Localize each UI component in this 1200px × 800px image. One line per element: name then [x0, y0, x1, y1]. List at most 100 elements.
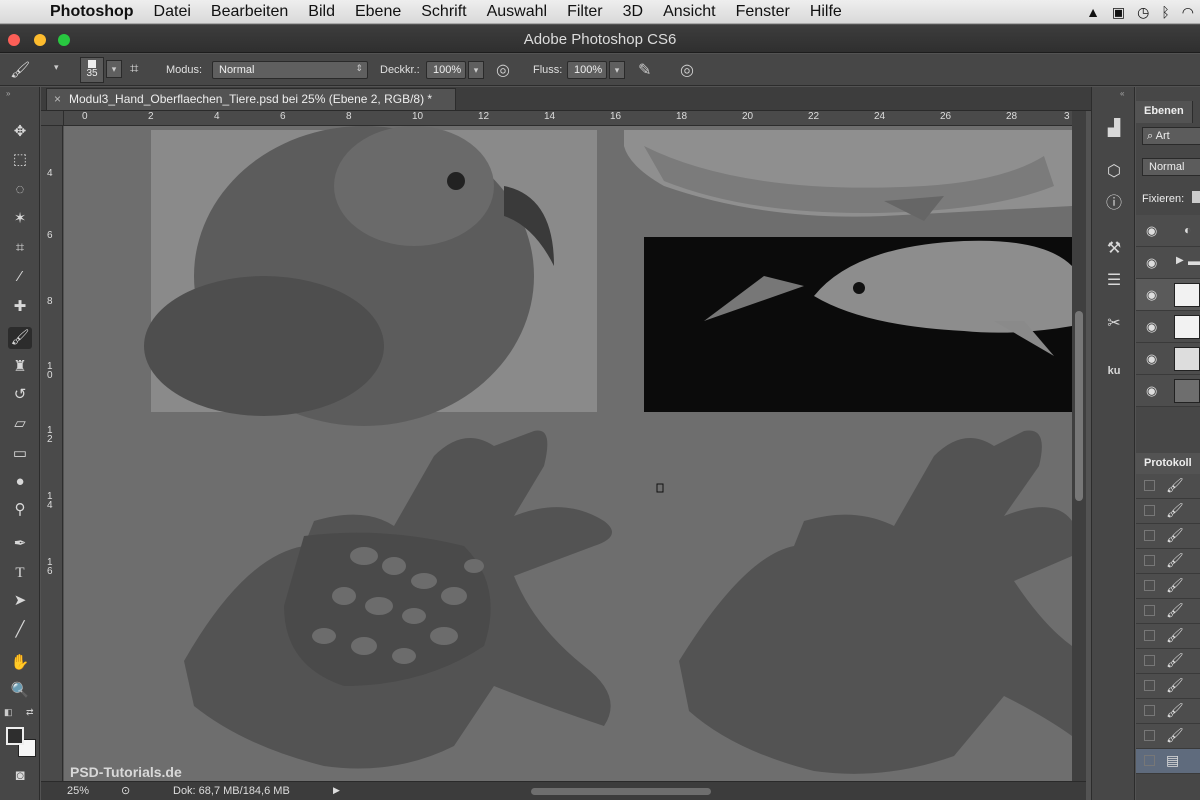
history-state[interactable]: 🖌: [1136, 724, 1200, 749]
bluetooth-icon[interactable]: ᛒ: [1161, 4, 1169, 20]
menu-datei[interactable]: Datei: [144, 0, 201, 24]
history-source-checkbox[interactable]: [1144, 705, 1155, 716]
history-state[interactable]: 🖌: [1136, 674, 1200, 699]
history-source-checkbox[interactable]: [1144, 730, 1155, 741]
brush-tool-preset-icon[interactable]: 🖌: [10, 60, 30, 80]
history-source-checkbox[interactable]: [1144, 580, 1155, 591]
eyedropper-icon[interactable]: ⁄: [8, 266, 32, 288]
brush-size-dropdown-button[interactable]: ▾: [106, 60, 122, 78]
brush-tool-icon[interactable]: 🖌: [8, 327, 32, 349]
history-source-checkbox[interactable]: [1144, 655, 1155, 666]
lock-transparency-icon[interactable]: [1192, 191, 1200, 203]
collapse-panel-icon[interactable]: »: [6, 89, 10, 98]
history-state[interactable]: 🖌: [1136, 624, 1200, 649]
zoom-level[interactable]: 25%: [67, 785, 89, 797]
chevron-down-icon[interactable]: ▾: [54, 62, 59, 73]
gradient-tool-icon[interactable]: ▭: [8, 443, 32, 465]
adobe-icon[interactable]: ▲: [1086, 4, 1100, 20]
eye-icon[interactable]: ◉: [1146, 223, 1157, 239]
tab-protokoll[interactable]: Protokoll: [1136, 453, 1200, 475]
history-state[interactable]: 🖌: [1136, 574, 1200, 599]
time-machine-icon[interactable]: ◷: [1137, 4, 1149, 21]
mode-select[interactable]: Normal ⇕: [212, 61, 368, 79]
menu-fenster[interactable]: Fenster: [726, 0, 800, 24]
history-source-checkbox[interactable]: [1144, 555, 1155, 566]
flow-slider-button[interactable]: ▾: [609, 61, 625, 79]
opacity-input[interactable]: 100%: [426, 61, 466, 79]
menu-auswahl[interactable]: Auswahl: [477, 0, 557, 24]
history-state[interactable]: 🖌: [1136, 599, 1200, 624]
move-tool-icon[interactable]: ✥: [8, 121, 32, 143]
collapse-dock-icon[interactable]: «: [1120, 89, 1124, 98]
menu-bild[interactable]: Bild: [298, 0, 345, 24]
menu-hilfe[interactable]: Hilfe: [800, 0, 852, 24]
menu-schrift[interactable]: Schrift: [411, 0, 476, 24]
document-tab[interactable]: × Modul3_Hand_Oberflaechen_Tiere.psd bei…: [46, 88, 456, 110]
status-menu-arrow-icon[interactable]: ▶: [333, 785, 340, 796]
layer-row[interactable]: ◉: [1136, 343, 1200, 375]
dodge-tool-icon[interactable]: ⚲: [8, 499, 32, 521]
info-icon[interactable]: ⓘ: [1102, 192, 1126, 216]
history-brush-icon[interactable]: ↺: [8, 384, 32, 406]
horizontal-ruler[interactable]: 0 2 4 6 8 10 12 14 16 18 20 22 24 26 28 …: [64, 111, 1072, 126]
layer-row[interactable]: ◉ ▶ ▬: [1136, 247, 1200, 279]
eye-icon[interactable]: ◉: [1146, 383, 1157, 399]
flow-input[interactable]: 100%: [567, 61, 607, 79]
tab-ebenen[interactable]: Ebenen: [1136, 101, 1193, 123]
opacity-slider-button[interactable]: ▾: [468, 61, 484, 79]
brush-size-picker[interactable]: 35: [80, 57, 104, 83]
zoom-tool-icon[interactable]: 🔍: [8, 680, 32, 702]
history-source-checkbox[interactable]: [1144, 480, 1155, 491]
hand-tool-icon[interactable]: ✋: [8, 652, 32, 674]
menu-ebene[interactable]: Ebene: [345, 0, 411, 24]
wifi-icon[interactable]: ◠: [1182, 4, 1194, 21]
layer-row-selected[interactable]: ◉: [1136, 279, 1200, 311]
path-selection-icon[interactable]: ➤: [8, 590, 32, 612]
layer-filter-select[interactable]: ⌕ Art: [1142, 127, 1200, 145]
eye-icon[interactable]: ◉: [1146, 287, 1157, 303]
vertical-scrollbar-thumb[interactable]: [1075, 311, 1083, 501]
eye-icon[interactable]: ◉: [1146, 255, 1157, 271]
vertical-scrollbar[interactable]: [1072, 111, 1086, 781]
line-tool-icon[interactable]: ╱: [8, 619, 32, 641]
menu-bearbeiten[interactable]: Bearbeiten: [201, 0, 298, 24]
history-source-checkbox[interactable]: [1144, 630, 1155, 641]
3d-panel-icon[interactable]: ⬡: [1102, 160, 1126, 184]
pressure-opacity-icon[interactable]: ◎: [496, 60, 510, 80]
pen-tool-icon[interactable]: ✒: [8, 533, 32, 555]
lasso-tool-icon[interactable]: ◌: [8, 179, 32, 201]
vertical-ruler[interactable]: 4 6 8 1 0 1 2 1 4 1 6: [41, 126, 63, 781]
menu-app-name[interactable]: Photoshop: [40, 0, 144, 24]
foreground-color-swatch[interactable]: [6, 727, 24, 745]
layer-row[interactable]: ◉: [1136, 311, 1200, 343]
menu-3d[interactable]: 3D: [613, 0, 653, 24]
eye-icon[interactable]: ◉: [1146, 319, 1157, 335]
history-state[interactable]: 🖌: [1136, 499, 1200, 524]
crop-tool-icon[interactable]: ⌗: [8, 237, 32, 259]
pressure-size-icon[interactable]: ◎: [680, 60, 694, 80]
disclosure-triangle-icon[interactable]: ▶: [1176, 255, 1184, 266]
history-source-checkbox[interactable]: [1144, 530, 1155, 541]
layer-row[interactable]: ◉: [1136, 375, 1200, 407]
horizontal-scrollbar-thumb[interactable]: [531, 788, 711, 795]
blur-tool-icon[interactable]: ●: [8, 471, 32, 493]
history-source-checkbox[interactable]: [1144, 680, 1155, 691]
swap-colors-icon[interactable]: ⇄: [26, 707, 34, 718]
clone-stamp-icon[interactable]: ♜: [8, 356, 32, 378]
document-canvas[interactable]: PSD-Tutorials.de: [64, 126, 1072, 781]
ruler-origin[interactable]: [41, 111, 64, 126]
marquee-tool-icon[interactable]: ⬚: [8, 149, 32, 171]
close-document-icon[interactable]: ×: [54, 89, 61, 109]
history-state[interactable]: 🖌: [1136, 524, 1200, 549]
tool-presets-icon[interactable]: ✂: [1102, 312, 1126, 336]
healing-brush-icon[interactable]: ✚: [8, 296, 32, 318]
quick-mask-icon[interactable]: ◙: [8, 765, 32, 787]
adjustments-icon[interactable]: ☰: [1102, 269, 1126, 293]
history-state[interactable]: 🖌: [1136, 549, 1200, 574]
layer-blend-mode-select[interactable]: Normal: [1142, 158, 1200, 176]
type-tool-icon[interactable]: T: [8, 562, 32, 584]
camera-icon[interactable]: ▣: [1112, 4, 1125, 21]
kuler-icon[interactable]: ku: [1102, 359, 1126, 383]
history-source-checkbox[interactable]: [1144, 605, 1155, 616]
history-source-checkbox[interactable]: [1144, 505, 1155, 516]
